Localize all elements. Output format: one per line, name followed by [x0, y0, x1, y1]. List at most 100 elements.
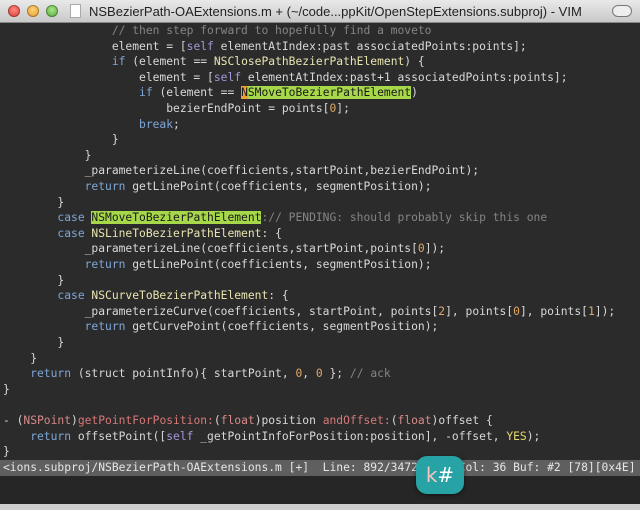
code-token: ( [213, 414, 221, 427]
code-token: NSPoint [23, 414, 72, 427]
keycast-key: k [425, 463, 438, 487]
code-line[interactable]: } [3, 351, 37, 367]
code-token: YES [506, 429, 527, 443]
code-token: 0 [417, 242, 425, 256]
code-token: getPointForPosition: [77, 414, 214, 427]
code-token: : { [268, 289, 289, 303]
code-token: NSClosePathBezierPathElement [213, 55, 405, 69]
code-token: ; [173, 117, 180, 131]
code-token: andOffset: [322, 414, 391, 427]
code-line[interactable]: _parameterizeLine(coefficients,startPoin… [3, 163, 479, 179]
code-editor[interactable]: // then step forward to hopefully find a… [0, 23, 640, 460]
command-line-area[interactable] [0, 476, 640, 504]
code-token: break [3, 117, 174, 131]
code-token: NSLineToBezierPathElement [91, 226, 262, 240]
code-line[interactable]: } [3, 335, 64, 351]
code-token: , [302, 367, 316, 381]
code-token: ); [526, 429, 541, 443]
code-token: float [220, 414, 255, 427]
code-line[interactable]: } [3, 148, 92, 164]
code-token: : { [261, 226, 282, 240]
code-token: }; [322, 367, 350, 381]
keycast-overlay: k # [416, 456, 464, 494]
code-token: return [3, 429, 72, 443]
close-window-button[interactable] [8, 5, 20, 17]
zoom-window-button[interactable] [46, 5, 58, 17]
code-token: )offset { [431, 414, 493, 427]
code-token: } [3, 148, 92, 162]
code-line[interactable]: return (struct pointInfo){ startPoint, 0… [3, 366, 391, 382]
code-line[interactable]: case NSCurveToBezierPathElement: { [3, 288, 289, 304]
code-token: return [3, 180, 126, 193]
code-line[interactable]: case NSLineToBezierPathElement: { [3, 226, 282, 242]
code-token: _parameterizeLine(coefficients,startPoin… [3, 164, 480, 178]
code-line[interactable]: } [3, 195, 64, 211]
code-token: 1 [587, 304, 595, 318]
code-token: case [3, 211, 92, 225]
code-token: element = [ [3, 39, 187, 53]
code-token: _getPointInfoForPosition:position], -off… [193, 429, 507, 443]
search-match: NSMoveToBezierPathElement [91, 211, 262, 225]
code-token: 0 [315, 367, 323, 381]
code-token: case [3, 226, 92, 240]
minimize-window-button[interactable] [27, 5, 39, 17]
code-line[interactable]: _parameterizeLine(coefficients,startPoin… [3, 241, 446, 257]
code-token: getLinePoint(coefficients, segmentPositi… [125, 258, 432, 271]
toolbar-toggle-button[interactable] [612, 5, 632, 17]
code-line[interactable]: _parameterizeCurve(coefficients, startPo… [3, 304, 616, 320]
code-token: offsetPoint([ [71, 429, 167, 443]
code-line[interactable]: } [3, 444, 10, 460]
code-token: (element == [152, 86, 242, 100]
code-token: ) [71, 414, 78, 427]
title-bar: NSBezierPath-OAExtensions.m + (~/code...… [0, 0, 640, 23]
code-token: )position [254, 414, 323, 427]
code-token: - ( [3, 414, 24, 427]
vim-status-line: <ions.subproj/NSBezierPath-OAExtensions.… [0, 460, 640, 476]
code-token: return [3, 367, 72, 381]
code-token: case [3, 289, 92, 303]
code-token: getLinePoint(coefficients, segmentPositi… [125, 180, 432, 193]
code-token: } [3, 351, 38, 365]
code-token: float [397, 414, 432, 427]
code-line[interactable]: case NSMoveToBezierPathElement:// PENDIN… [3, 210, 547, 226]
code-token: } [3, 382, 10, 396]
code-token: ]); [594, 304, 616, 318]
code-line[interactable]: return getLinePoint(coefficients, segmen… [3, 179, 432, 195]
code-line[interactable]: // then step forward to hopefully find a… [3, 23, 432, 39]
code-token: return [3, 258, 126, 271]
code-line[interactable]: - (NSPoint)getPointForPosition:(float)po… [3, 413, 493, 429]
window-bottom-edge [0, 504, 640, 510]
code-token: self [213, 70, 242, 84]
code-token: ) [411, 86, 418, 100]
code-line[interactable]: } [3, 132, 119, 148]
code-token: elementAtIndex:past associatedPoints:poi… [213, 39, 527, 53]
document-proxy-icon[interactable] [70, 4, 81, 18]
code-line[interactable]: element = [self elementAtIndex:past+1 as… [3, 70, 568, 86]
code-line[interactable]: return offsetPoint([self _getPointInfoFo… [3, 429, 540, 445]
code-line[interactable]: if (element == NSClosePathBezierPathElem… [3, 54, 425, 70]
code-line[interactable]: bezierEndPoint = points[0]; [3, 101, 350, 117]
code-token: ], points[ [445, 304, 514, 318]
code-token: _parameterizeLine(coefficients,startPoin… [3, 242, 418, 256]
code-token: getCurvePoint(coefficients, segmentPosit… [125, 320, 439, 334]
code-line[interactable]: if (element == NSMoveToBezierPathElement… [3, 85, 418, 101]
code-token: _parameterizeCurve(coefficients, startPo… [3, 304, 439, 318]
code-line[interactable]: } [3, 382, 10, 398]
code-token: ) { [404, 55, 425, 69]
code-token: (struct pointInfo){ startPoint, [71, 367, 296, 381]
code-line[interactable]: } [3, 273, 64, 289]
code-line[interactable] [3, 397, 10, 413]
code-token: // ack [349, 367, 391, 381]
code-token: ]); [424, 242, 446, 256]
code-line[interactable]: return getLinePoint(coefficients, segmen… [3, 257, 432, 273]
code-token: // then step forward to hopefully find a… [3, 24, 432, 37]
code-token: NSCurveToBezierPathElement [91, 289, 269, 303]
code-token: if [3, 55, 126, 69]
code-token: bezierEndPoint = points[ [3, 102, 330, 115]
code-line[interactable]: return getCurvePoint(coefficients, segme… [3, 319, 439, 335]
code-line[interactable]: element = [self elementAtIndex:past asso… [3, 39, 527, 55]
code-token: N [241, 86, 248, 100]
code-token: } [3, 195, 65, 209]
code-line[interactable]: break; [3, 117, 180, 133]
